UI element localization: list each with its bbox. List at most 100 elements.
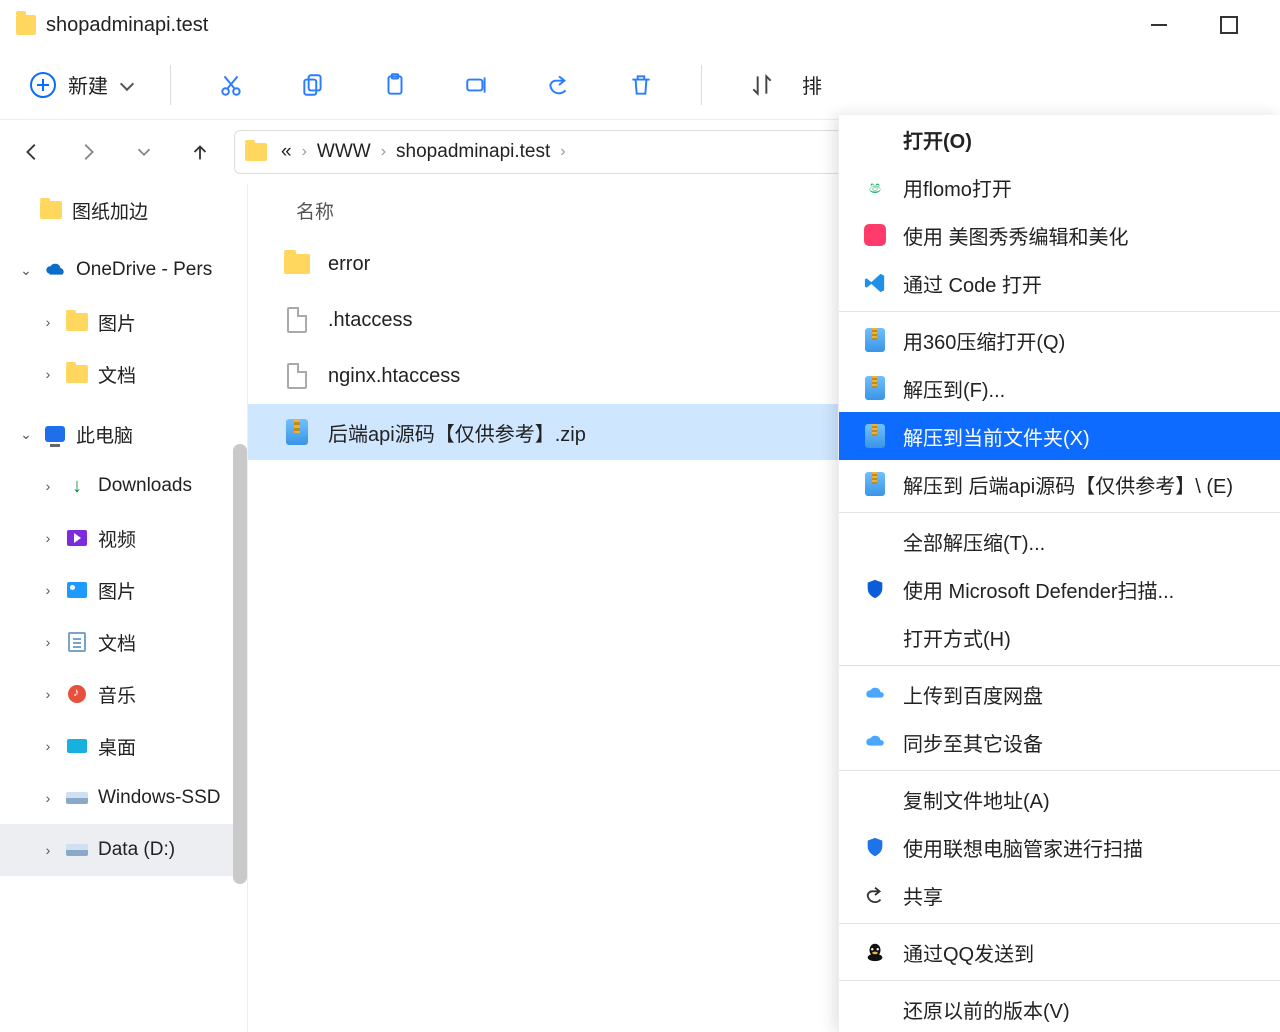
ctx-baidu-sync[interactable]: 同步至其它设备 [839,718,1280,766]
ctx-label: 通过QQ发送到 [903,938,1034,967]
vscode-icon [863,271,887,295]
toolbar-separator [701,65,702,105]
sidebar-item-windows-ssd[interactable]: › Windows-SSD [0,772,247,824]
zip-icon [865,472,885,496]
sort-label: 排 [802,70,822,99]
chevron-right-icon[interactable]: › [40,530,56,546]
ctx-extract-all[interactable]: 全部解压缩(T)... [839,517,1280,565]
sidebar-item-music[interactable]: › 音乐 [0,668,247,720]
cloud-icon [863,682,887,706]
file-name: .htaccess [328,309,412,332]
ctx-vscode[interactable]: 通过 Code 打开 [839,259,1280,307]
ctx-restore-versions[interactable]: 还原以前的版本(V) [839,985,1280,1032]
share-icon[interactable] [537,63,581,107]
breadcrumb-laquo: « [281,141,292,163]
cut-icon[interactable] [209,63,253,107]
zip-icon [286,419,308,445]
recent-chevron-icon[interactable] [116,124,172,180]
sidebar-item-thispc[interactable]: ⌄ 此电脑 [0,408,247,460]
sidebar-item-videos[interactable]: › 视频 [0,512,247,564]
column-name: 名称 [296,197,334,224]
ctx-flomo[interactable]: ෂ 用flomo打开 [839,163,1280,211]
qq-icon [863,940,887,964]
copy-icon[interactable] [291,63,335,107]
file-name: error [328,253,370,276]
sidebar-item-onedrive-documents[interactable]: › 文档 [0,348,247,400]
sidebar-item-label: 图纸加边 [72,197,148,224]
ctx-label: 通过 Code 打开 [903,269,1042,298]
ctx-label: 上传到百度网盘 [903,680,1043,709]
sidebar-item-tuzhijiaban[interactable]: 图纸加边 [0,184,247,236]
image-icon [67,582,87,598]
ctx-label: 解压到(F)... [903,374,1005,403]
sidebar-item-onedrive-pictures[interactable]: › 图片 [0,296,247,348]
breadcrumb-sep: › [560,143,565,161]
video-icon [67,530,87,546]
sidebar-item-documents[interactable]: › 文档 [0,616,247,668]
ctx-defender[interactable]: 使用 Microsoft Defender扫描... [839,565,1280,613]
sort-icon[interactable] [740,63,784,107]
sidebar-item-onedrive[interactable]: ⌄ OneDrive - Pers [0,244,247,296]
sidebar-item-label: 音乐 [98,681,136,708]
sidebar-item-downloads[interactable]: › ↓ Downloads [0,460,247,512]
ctx-label: 解压到 后端api源码【仅供参考】\ (E) [903,470,1233,499]
shield-icon [863,577,887,601]
ctx-separator [839,512,1280,513]
ctx-lenovo-scan[interactable]: 使用联想电脑管家进行扫描 [839,823,1280,871]
minimize-button[interactable] [1144,10,1174,40]
ctx-label: 同步至其它设备 [903,728,1043,757]
chevron-right-icon[interactable]: › [40,582,56,598]
sidebar-item-pictures[interactable]: › 图片 [0,564,247,616]
sidebar-item-desktop[interactable]: › 桌面 [0,720,247,772]
drive-icon [66,792,88,804]
chevron-right-icon[interactable]: › [40,790,56,806]
delete-icon[interactable] [619,63,663,107]
breadcrumb-seg-current[interactable]: shopadminapi.test [396,141,550,163]
paste-icon[interactable] [373,63,417,107]
forward-button[interactable] [60,124,116,180]
ctx-copy-address[interactable]: 复制文件地址(A) [839,775,1280,823]
sidebar: 图纸加边 ⌄ OneDrive - Pers › 图片 › 文档 ⌄ 此电脑 ›… [0,184,248,1032]
ctx-open[interactable]: 打开(O) [839,115,1280,163]
ctx-open-with[interactable]: 打开方式(H) [839,613,1280,661]
ctx-label: 复制文件地址(A) [903,785,1050,814]
chevron-right-icon[interactable]: › [40,686,56,702]
sidebar-item-data-d[interactable]: › Data (D:) [0,824,247,876]
chevron-right-icon[interactable]: › [40,842,56,858]
ctx-meitu[interactable]: 使用 美图秀秀编辑和美化 [839,211,1280,259]
ctx-qq-send[interactable]: 通过QQ发送到 [839,928,1280,976]
music-icon [68,685,86,703]
ctx-label: 打开(O) [903,125,972,154]
sidebar-item-label: 图片 [98,577,136,604]
ctx-extract-named[interactable]: 解压到 后端api源码【仅供参考】\ (E) [839,460,1280,508]
chevron-right-icon[interactable]: › [40,366,56,382]
maximize-button[interactable] [1214,10,1244,40]
ctx-share[interactable]: 共享 [839,871,1280,919]
chevron-right-icon[interactable]: › [40,478,56,494]
back-button[interactable] [4,124,60,180]
chevron-down-icon[interactable]: ⌄ [18,262,34,279]
zip-icon [865,376,885,400]
ctx-baidu-upload[interactable]: 上传到百度网盘 [839,670,1280,718]
sidebar-scrollbar[interactable] [233,444,247,884]
breadcrumb-sep: › [302,143,307,161]
chevron-down-icon[interactable]: ⌄ [18,426,34,443]
ctx-extract-here[interactable]: 解压到当前文件夹(X) [839,412,1280,460]
file-name: nginx.htaccess [328,365,460,388]
ctx-separator [839,980,1280,981]
ctx-extract-to[interactable]: 解压到(F)... [839,364,1280,412]
chevron-right-icon[interactable]: › [40,314,56,330]
window-folder-icon [16,15,36,35]
titlebar: shopadminapi.test [0,0,1280,50]
toolbar-separator [170,65,171,105]
rename-icon[interactable] [455,63,499,107]
chevron-right-icon[interactable]: › [40,738,56,754]
chevron-right-icon[interactable]: › [40,634,56,650]
ctx-360zip[interactable]: 用360压缩打开(Q) [839,316,1280,364]
plus-icon [30,72,56,98]
sidebar-item-label: Data (D:) [98,839,175,861]
ctx-label: 使用 美图秀秀编辑和美化 [903,221,1129,250]
up-button[interactable] [172,124,228,180]
new-button[interactable]: 新建 [16,62,146,107]
breadcrumb-seg-www[interactable]: WWW [317,141,371,163]
